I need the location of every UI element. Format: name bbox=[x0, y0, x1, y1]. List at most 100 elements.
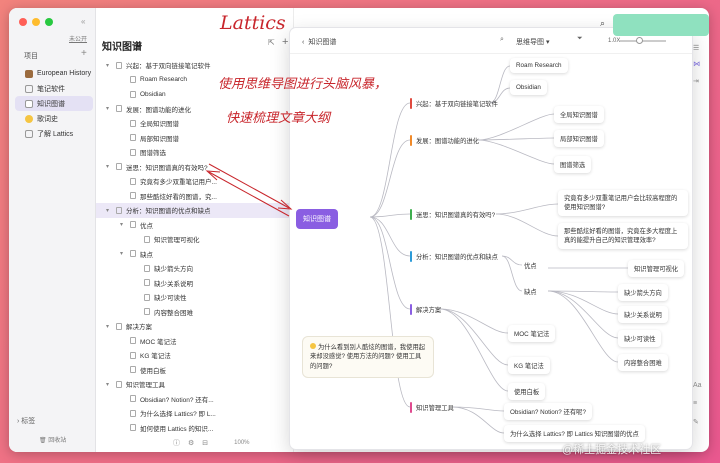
leaf-node[interactable]: Roam Research bbox=[510, 58, 568, 73]
split-view-icon[interactable]: ⊟ bbox=[202, 439, 208, 447]
branch-node-solutions[interactable]: 解决方案 bbox=[416, 305, 441, 314]
project-item-note-apps[interactable]: 笔记软件 bbox=[15, 81, 93, 96]
leaf-node-pros[interactable]: 优点 bbox=[524, 261, 537, 270]
outline-row[interactable]: KG 笔记法 bbox=[96, 348, 294, 363]
page-icon bbox=[130, 409, 136, 417]
annotation-arrows bbox=[205, 163, 293, 217]
chevron-down-icon[interactable]: ▾ bbox=[106, 105, 109, 112]
branch-node-myth[interactable]: 迷思：知识图谱真的有效吗? bbox=[416, 210, 495, 219]
leaf-node[interactable]: Obsidian? Notion? 还有呢? bbox=[504, 403, 592, 420]
project-item-knowledge-graph[interactable]: 知识图谱 bbox=[15, 96, 93, 111]
leaf-node[interactable]: 那些酷炫好看的图谱，究竟在多大程度上真的能提升自己的知识管理效率? bbox=[558, 223, 688, 250]
sticky-note[interactable]: 为什么看到别人酷炫的图谱，我使用起来却没感觉? 使用方法的问题? 使用工具的问题… bbox=[302, 336, 434, 379]
share-graph-icon[interactable]: ⋈ bbox=[693, 60, 700, 68]
leaf-node[interactable]: 局部知识图谱 bbox=[554, 130, 604, 147]
outline-row[interactable]: ▾ 缺点 bbox=[96, 247, 294, 262]
leaf-node[interactable]: Obsidian bbox=[510, 80, 547, 95]
watermark: @稀土掘金技术社区 bbox=[562, 444, 662, 456]
note-emoji-icon bbox=[310, 343, 316, 349]
leaf-node[interactable]: 究竟有多少双重笔记用户会比较高程度的使用知识图谱? bbox=[558, 190, 688, 217]
leaf-node[interactable]: 内容整合困难 bbox=[618, 354, 668, 371]
trash-label: 回收站 bbox=[48, 438, 67, 444]
outline-row-label: 缺少可读性 bbox=[154, 295, 187, 303]
export-icon[interactable]: ⇱ bbox=[268, 38, 275, 47]
outline-row[interactable]: ▾ 解决方案 bbox=[96, 319, 294, 334]
publish-status-link[interactable]: 未公开 bbox=[69, 34, 87, 43]
outline-row-label: 知识管理可视化 bbox=[154, 237, 200, 245]
outline-row[interactable]: 缺少可读性 bbox=[96, 290, 294, 305]
leaf-node[interactable]: MOC 笔记法 bbox=[508, 325, 556, 342]
branch-node-rise[interactable]: 兴起：基于双向链接笔记软件 bbox=[416, 99, 498, 108]
page-icon bbox=[116, 380, 122, 388]
outline-row[interactable]: 局部知识图谱 bbox=[96, 131, 294, 146]
add-project-button[interactable]: + bbox=[81, 48, 87, 59]
page-icon bbox=[116, 322, 122, 330]
leaf-node[interactable]: 缺少可读性 bbox=[618, 330, 662, 347]
outline-row[interactable]: 知识管理可视化 bbox=[96, 232, 294, 247]
minimize-window-button[interactable] bbox=[32, 18, 40, 26]
toc-icon[interactable]: ☰ bbox=[693, 44, 699, 52]
chevron-down-icon[interactable]: ▾ bbox=[120, 221, 123, 228]
project-item-european-history[interactable]: European History bbox=[15, 66, 93, 81]
leaf-node[interactable]: 缺少箭头方向 bbox=[618, 284, 668, 301]
branch-node-tools[interactable]: 知识管理工具 bbox=[416, 403, 454, 412]
chevron-down-icon[interactable]: ▾ bbox=[106, 62, 109, 69]
leaf-node[interactable]: 知识管理可视化 bbox=[628, 260, 685, 277]
page-icon bbox=[130, 250, 136, 258]
leaf-node[interactable]: 为什么选择 Lattics? 即 Lattics 知识图谱的优点 bbox=[504, 425, 645, 442]
outline-row-label: 发展：图谱功能的进化 bbox=[126, 106, 191, 114]
trash-button[interactable]: 🗑 回收站 bbox=[39, 435, 66, 444]
leaf-node[interactable]: 缺少关系说明 bbox=[618, 306, 668, 323]
project-list: European History 笔记软件 知识图谱 歌词史 了解 Lattic… bbox=[15, 66, 93, 141]
leaf-node[interactable]: 全局知识图谱 bbox=[554, 106, 604, 123]
outline-row[interactable]: 为什么选择 Lattics? 即 L... bbox=[96, 406, 294, 421]
chevron-down-icon[interactable]: ▾ bbox=[120, 250, 123, 257]
outline-row[interactable]: 内容整合困难 bbox=[96, 305, 294, 320]
outline-row-label: 迷思：知识图谱真的有效吗? bbox=[126, 164, 208, 172]
page-icon bbox=[116, 206, 122, 214]
edit-icon[interactable]: ✎ bbox=[693, 418, 699, 426]
outline-row[interactable]: 缺少箭头方向 bbox=[96, 261, 294, 276]
outline-row[interactable]: 缺少关系说明 bbox=[96, 276, 294, 291]
info-icon[interactable]: ⓘ bbox=[173, 438, 180, 448]
zoom-window-button[interactable] bbox=[45, 18, 53, 26]
settings-icon[interactable]: ⚙ bbox=[188, 439, 194, 447]
branch-node-analysis[interactable]: 分析：知识图谱的优点和缺点 bbox=[416, 252, 498, 261]
branch-color-marker bbox=[410, 98, 412, 109]
outline-panel-icon[interactable]: ≡ bbox=[693, 400, 697, 407]
outline-row-label: 缺点 bbox=[140, 251, 153, 259]
chevron-down-icon[interactable]: ▾ bbox=[106, 381, 109, 388]
outline-row[interactable]: Obsidian? Notion? 还有... bbox=[96, 392, 294, 407]
close-window-button[interactable] bbox=[19, 18, 27, 26]
outline-row[interactable]: 如何使用 Lattics 的知识... bbox=[96, 421, 294, 436]
page-icon bbox=[130, 351, 136, 359]
branch-node-develop[interactable]: 发展：图谱功能的进化 bbox=[416, 136, 479, 145]
outline-row[interactable]: ▾ 兴起：基于双向链接笔记软件 bbox=[96, 58, 294, 73]
zoom-level[interactable]: 100% bbox=[234, 440, 249, 446]
redacted-block bbox=[613, 14, 709, 36]
chevron-down-icon[interactable]: ▾ bbox=[106, 323, 109, 330]
mindmap-root-node[interactable]: 知识图谱 bbox=[296, 209, 338, 229]
collapse-sidebar-icon[interactable]: « bbox=[81, 17, 85, 26]
leaf-node[interactable]: 图谱筛选 bbox=[554, 156, 592, 173]
leaf-node-cons[interactable]: 缺点 bbox=[524, 287, 537, 296]
outline-row[interactable]: MOC 笔记法 bbox=[96, 334, 294, 349]
branch-color-marker bbox=[410, 209, 412, 220]
text-format-icon[interactable]: Aa bbox=[693, 382, 702, 389]
project-item-about-lattics[interactable]: 了解 Lattics bbox=[15, 126, 93, 141]
chevron-down-icon[interactable]: ▾ bbox=[106, 163, 109, 170]
chevron-down-icon[interactable]: ▾ bbox=[106, 207, 109, 214]
tags-label: 标签 bbox=[21, 418, 36, 425]
tags-section[interactable]: › 标签 bbox=[17, 416, 35, 426]
brand-annotation: Lattics bbox=[220, 12, 286, 34]
add-node-button[interactable]: + bbox=[282, 36, 288, 48]
search-icon[interactable]: ⌕ bbox=[600, 18, 605, 29]
leaf-node[interactable]: 使用白板 bbox=[508, 383, 546, 400]
outline-row[interactable]: 使用白板 bbox=[96, 363, 294, 378]
outline-row[interactable]: ▾ 知识管理工具 bbox=[96, 377, 294, 392]
page-icon bbox=[25, 129, 33, 138]
outline-row[interactable]: 图谱筛选 bbox=[96, 145, 294, 160]
leaf-node[interactable]: KG 笔记法 bbox=[508, 357, 550, 374]
project-item-lyrics[interactable]: 歌词史 bbox=[15, 111, 93, 126]
export-panel-icon[interactable]: ⇥ bbox=[693, 77, 699, 85]
